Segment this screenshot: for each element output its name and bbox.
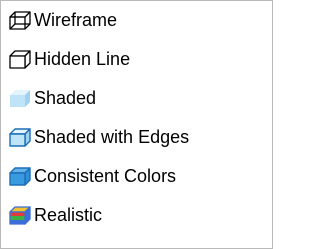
wireframe-box-icon: [7, 8, 33, 34]
menu-item-label: Consistent Colors: [34, 166, 177, 186]
shaded-box-icon: [7, 86, 33, 112]
menu-item-label: Wireframe: [34, 10, 118, 30]
menu-item-label: Realistic: [34, 205, 103, 225]
consistent-colors-box-icon: [7, 164, 33, 190]
realistic-box-icon: [7, 203, 33, 229]
menu-item-label: Shaded: [34, 88, 97, 108]
menu-item-realistic[interactable]: Realistic: [1, 198, 272, 233]
menu-item-shaded[interactable]: Shaded: [1, 81, 272, 116]
menu-item-hidden-line[interactable]: Hidden Line: [1, 42, 272, 77]
hidden-line-box-icon: [7, 47, 33, 73]
menu-item-shaded-with-edges[interactable]: Shaded with Edges: [1, 120, 272, 155]
menu-item-label: Hidden Line: [34, 49, 131, 69]
visual-style-menu: Wireframe Hidden Line Shaded Shaded with…: [0, 0, 273, 249]
menu-item-wireframe[interactable]: Wireframe: [1, 3, 272, 38]
shaded-edges-box-icon: [7, 125, 33, 151]
menu-item-consistent-colors[interactable]: Consistent Colors: [1, 159, 272, 194]
menu-item-label: Shaded with Edges: [34, 127, 190, 147]
